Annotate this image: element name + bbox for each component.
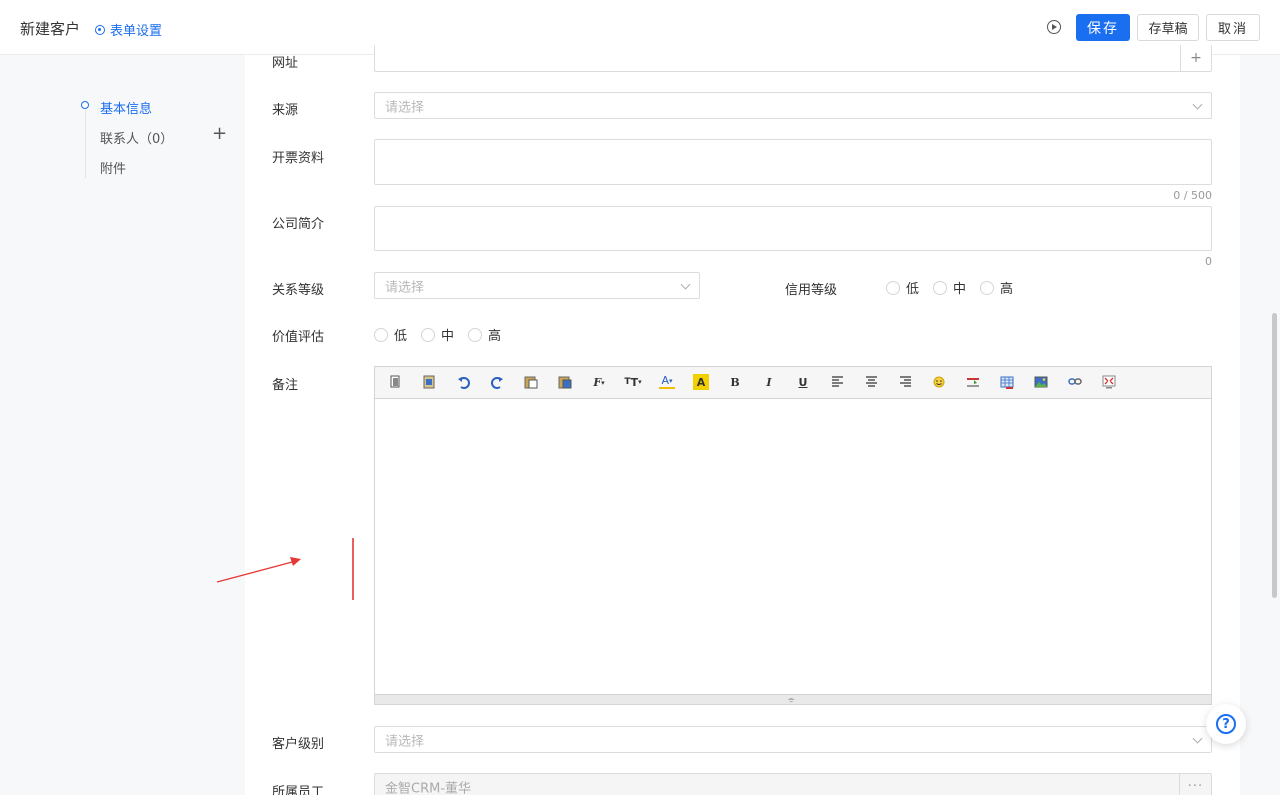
paste-icon[interactable] [523, 374, 539, 390]
radio-circle[interactable] [374, 327, 388, 342]
paste-text-icon[interactable] [557, 374, 573, 390]
fullscreen-icon[interactable] [1101, 374, 1117, 390]
website-label: 网址 [272, 56, 299, 71]
undo-icon[interactable] [455, 374, 471, 390]
copy-icon[interactable] [421, 374, 437, 390]
play-icon[interactable] [1047, 20, 1061, 34]
value-eval-mid[interactable]: 中 [421, 325, 454, 344]
image-icon[interactable] [1033, 374, 1049, 390]
sidenav-line [85, 110, 86, 178]
page-title: 新建客户 [20, 20, 81, 38]
relation-level-placeholder: 请选择 [385, 280, 425, 295]
customer-level-placeholder: 请选择 [385, 734, 425, 749]
credit-level-high[interactable]: 高 [980, 278, 1013, 297]
source-placeholder: 请选择 [385, 100, 425, 115]
sidenav-active-dot [81, 101, 89, 109]
invoice-label: 开票资料 [272, 151, 325, 166]
radio-circle[interactable] [421, 327, 436, 342]
owner-value: 金智CRM-董华 [385, 781, 472, 795]
editor-toolbar: F ▾ T T ▾ A ▾ A B I U [375, 367, 1211, 399]
redo-icon[interactable] [489, 374, 505, 390]
radio-label: 低 [906, 282, 920, 297]
invoice-textarea[interactable] [374, 139, 1212, 185]
relation-level-label: 关系等级 [272, 283, 325, 298]
credit-level-label: 信用等级 [785, 283, 838, 298]
credit-level-mid[interactable]: 中 [933, 278, 966, 297]
value-eval-low[interactable]: 低 [374, 325, 407, 344]
credit-level-radio-group: 低 中 高 [886, 278, 1017, 297]
credit-level-low[interactable]: 低 [886, 278, 919, 297]
owner-label: 所属员工 [272, 785, 325, 795]
highlight-icon[interactable]: A [693, 374, 709, 390]
radio-label: 高 [1000, 282, 1014, 297]
chevron-down-icon [1192, 733, 1203, 744]
rich-text-editor: F ▾ T T ▾ A ▾ A B I U ⌯ [374, 366, 1212, 705]
font-family-icon[interactable]: F ▾ [591, 374, 607, 390]
link-icon[interactable] [1067, 374, 1083, 390]
underline-icon[interactable]: U [795, 374, 811, 390]
owner-field[interactable]: 金智CRM-董华 ··· [374, 773, 1212, 795]
align-center-icon[interactable] [863, 374, 879, 390]
annotation-arrow [216, 538, 354, 600]
font-size-icon[interactable]: T T ▾ [624, 374, 641, 390]
radio-label: 低 [394, 329, 408, 344]
source-select[interactable]: 请选择 [374, 92, 1212, 119]
editor-resize-bar[interactable]: ⌯ [375, 694, 1211, 704]
help-button[interactable]: ? [1206, 704, 1246, 744]
form-settings-link[interactable]: 表单设置 [95, 20, 162, 39]
radio-circle[interactable] [933, 280, 948, 295]
table-icon[interactable] [999, 374, 1015, 390]
cancel-button[interactable]: 取消 [1206, 14, 1260, 41]
sidenav-item-contacts[interactable]: 联系人（0） [100, 128, 173, 147]
font-color-icon[interactable]: A ▾ [659, 374, 675, 389]
horizontal-rule-icon[interactable] [965, 374, 981, 390]
radio-label: 中 [953, 282, 967, 297]
website-input[interactable]: + [374, 45, 1212, 72]
customer-level-select[interactable]: 请选择 [374, 726, 1212, 753]
intro-textarea[interactable] [374, 206, 1212, 251]
intro-label: 公司简介 [272, 217, 325, 232]
save-button[interactable]: 保存 [1076, 14, 1130, 41]
form-settings-label: 表单设置 [110, 24, 163, 39]
add-contact-icon[interactable]: + [212, 124, 227, 144]
resize-grip-icon[interactable]: ⌯ [788, 696, 794, 704]
value-eval-label: 价值评估 [272, 330, 325, 345]
question-icon: ? [1216, 714, 1236, 734]
radio-circle[interactable] [468, 327, 483, 342]
radio-label: 高 [488, 329, 502, 344]
relation-level-select[interactable]: 请选择 [374, 272, 700, 299]
radio-circle[interactable] [980, 280, 995, 295]
align-right-icon[interactable] [897, 374, 913, 390]
more-icon[interactable]: ··· [1179, 774, 1211, 795]
website-add-icon[interactable]: + [1180, 45, 1211, 71]
italic-icon[interactable]: I [761, 374, 777, 390]
value-eval-high[interactable]: 高 [468, 325, 501, 344]
chevron-down-icon [1192, 99, 1203, 110]
source-label: 来源 [272, 103, 299, 118]
customer-level-label: 客户级别 [272, 737, 325, 752]
cut-icon[interactable] [387, 374, 403, 390]
bold-icon[interactable]: B [727, 374, 743, 390]
gear-icon [95, 24, 105, 35]
radio-label: 中 [441, 329, 455, 344]
save-draft-button[interactable]: 存草稿 [1137, 14, 1199, 41]
radio-circle[interactable] [886, 280, 900, 295]
scrollbar-thumb[interactable] [1272, 313, 1277, 598]
chevron-down-icon [680, 279, 691, 290]
sidenav-item-basic-info[interactable]: 基本信息 [100, 98, 152, 117]
sidenav-item-attachments[interactable]: 附件 [100, 158, 126, 177]
editor-content-area[interactable] [375, 399, 1211, 695]
invoice-counter: 0 / 500 [1173, 189, 1212, 202]
intro-counter: 0 [1205, 255, 1212, 268]
value-eval-radio-group: 低 中 高 [374, 325, 505, 344]
remark-label: 备注 [272, 378, 299, 393]
emoji-icon[interactable] [931, 374, 947, 390]
align-left-icon[interactable] [829, 374, 845, 390]
